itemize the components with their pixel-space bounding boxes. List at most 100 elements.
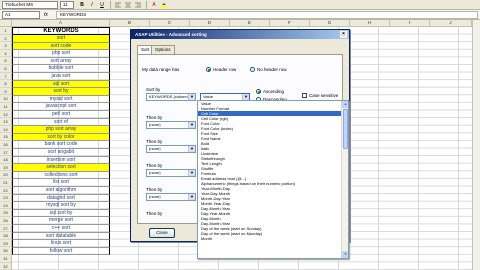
keyword-cell[interactable]: sort angabit (12, 149, 110, 157)
row-header[interactable]: 19 (0, 163, 12, 172)
tab-options[interactable]: Options (151, 45, 175, 54)
row-header[interactable]: 28 (0, 232, 12, 240)
keyword-cell[interactable]: sort of (12, 118, 110, 127)
column-header-d[interactable]: D (190, 20, 230, 27)
then-by-select-2[interactable]: (none) ▼ (146, 145, 196, 153)
keyword-cell[interactable]: collections sort (12, 171, 110, 180)
row-header[interactable]: 25 (0, 209, 12, 217)
no-header-row-radio[interactable] (250, 67, 255, 72)
row-header[interactable]: 22 (0, 186, 12, 195)
row-header[interactable]: 14 (0, 125, 12, 134)
row-header[interactable]: 4 (0, 49, 12, 58)
align-left-icon[interactable] (114, 1, 122, 9)
underline-button[interactable]: U (98, 1, 106, 9)
sort-by-column-select[interactable]: KEYWORDS (column A) ▼ (146, 93, 196, 101)
keyword-cell[interactable]: javascript sort (12, 103, 110, 111)
row-header[interactable]: 7 (0, 72, 12, 81)
close-button[interactable]: Close (149, 228, 175, 238)
row-header[interactable]: 21 (0, 179, 12, 187)
row-header[interactable]: 26 (0, 217, 12, 225)
keyword-cell[interactable]: datagrid sort (12, 194, 110, 203)
row-header[interactable]: 15 (0, 133, 12, 141)
case-sensitive-checkbox[interactable] (302, 93, 307, 98)
keyword-cell[interactable]: sql sort (12, 80, 110, 89)
row-header[interactable]: 6 (0, 65, 12, 73)
row-header[interactable]: 29 (0, 239, 12, 248)
column-header-a[interactable]: A (12, 20, 110, 27)
keyword-cell[interactable]: follow sort (12, 247, 110, 256)
close-icon[interactable]: × (340, 31, 347, 38)
formula-input[interactable]: KEYWORDS (56, 11, 478, 19)
column-header-b[interactable]: B (110, 20, 150, 27)
keyword-cell[interactable]: sort by (12, 88, 110, 96)
row-header[interactable]: 13 (0, 118, 12, 126)
keyword-cell[interactable]: sort array (12, 57, 110, 66)
ascending-radio[interactable] (256, 89, 261, 94)
sort-on-dropdown-list[interactable]: Value Number Format Cell Color Cell Color (… (197, 100, 349, 259)
header-row-radio[interactable] (206, 67, 211, 72)
font-color-icon[interactable]: A (150, 1, 158, 9)
font-size-select[interactable]: 11 (60, 1, 74, 9)
keyword-cell[interactable]: merge sort (12, 217, 110, 225)
fill-color-icon[interactable] (160, 1, 168, 9)
keyword-cell[interactable]: sql sort by (12, 209, 110, 218)
row-header[interactable]: 30 (0, 247, 12, 255)
column-header-j[interactable]: J (430, 20, 472, 27)
keyword-cell[interactable]: c++ sort (12, 225, 110, 233)
column-header-h[interactable]: H (350, 20, 390, 27)
column-header-g[interactable]: G (310, 20, 350, 27)
column-header-i[interactable]: I (390, 20, 430, 27)
keyword-cell[interactable]: sort (12, 35, 110, 43)
row-header[interactable]: 24 (0, 201, 12, 210)
row-header[interactable]: 8 (0, 80, 12, 88)
row-header[interactable]: 20 (0, 171, 12, 179)
row-header[interactable]: 10 (0, 95, 12, 103)
column-header-c[interactable]: C (150, 20, 190, 27)
row-header[interactable]: 31 (0, 255, 12, 263)
column-header-f[interactable]: F (270, 20, 310, 27)
row-header[interactable]: 11 (0, 103, 12, 111)
then-by-select-1[interactable]: (none) ▼ (146, 121, 196, 129)
keyword-cell[interactable]: php sort array (12, 126, 110, 134)
dialog-title-bar[interactable]: ASAP Utilities - Advanced sorting × (131, 30, 349, 39)
scroll-thumb[interactable] (343, 109, 348, 149)
keyword-cell[interactable]: php sort (12, 50, 110, 58)
keyword-cell[interactable]: mysql sort by (12, 202, 110, 210)
name-box[interactable]: A1 (2, 11, 40, 19)
row-header[interactable]: 12 (0, 110, 12, 119)
scroll-down-icon[interactable]: ▼ (342, 251, 348, 258)
fx-icon[interactable]: fx (44, 11, 48, 19)
keyword-cell[interactable]: mysql sort (12, 95, 110, 104)
select-all-corner[interactable] (0, 20, 12, 27)
row-header[interactable]: 32 (0, 262, 12, 270)
keyword-cell[interactable]: perl sort (12, 111, 110, 119)
font-name-select[interactable]: Trebuchet MS (2, 1, 58, 9)
dropdown-option[interactable]: Month (198, 236, 348, 241)
italic-button[interactable]: I (88, 1, 96, 9)
keyword-cell[interactable]: list sort (12, 179, 110, 187)
row-header[interactable]: 23 (0, 194, 12, 202)
row-header[interactable]: 2 (0, 34, 12, 43)
row-header[interactable]: 1 (0, 27, 12, 35)
scroll-up-icon[interactable]: ▲ (342, 101, 348, 108)
keyword-cell[interactable]: sort algorithm (12, 187, 110, 195)
keyword-cell[interactable]: insertion sort (12, 156, 110, 165)
keyword-cell[interactable]: java sort (12, 73, 110, 81)
dropdown-scrollbar[interactable]: ▲ ▼ (341, 101, 348, 258)
row-header[interactable]: 16 (0, 141, 12, 149)
align-right-icon[interactable] (134, 1, 142, 9)
row-header[interactable]: 17 (0, 148, 12, 157)
then-by-select-3[interactable]: (none) ▼ (146, 169, 196, 177)
column-header-e[interactable]: E (230, 20, 270, 27)
align-center-icon[interactable] (124, 1, 132, 9)
row-header[interactable]: 18 (0, 156, 12, 164)
keyword-cell[interactable]: bank sort code (12, 141, 110, 149)
bold-button[interactable]: B (78, 1, 86, 9)
then-by-select-4[interactable]: (none) ▼ (146, 193, 196, 201)
row-header[interactable]: 3 (0, 42, 12, 50)
keyword-cell[interactable]: bubble sort (12, 65, 110, 73)
keyword-cell[interactable]: sort by color (12, 133, 110, 142)
keywords-header-cell[interactable]: KEYWORDS (12, 27, 110, 35)
row-header[interactable]: 5 (0, 57, 12, 65)
keyword-cell[interactable]: sort datatable (12, 232, 110, 241)
